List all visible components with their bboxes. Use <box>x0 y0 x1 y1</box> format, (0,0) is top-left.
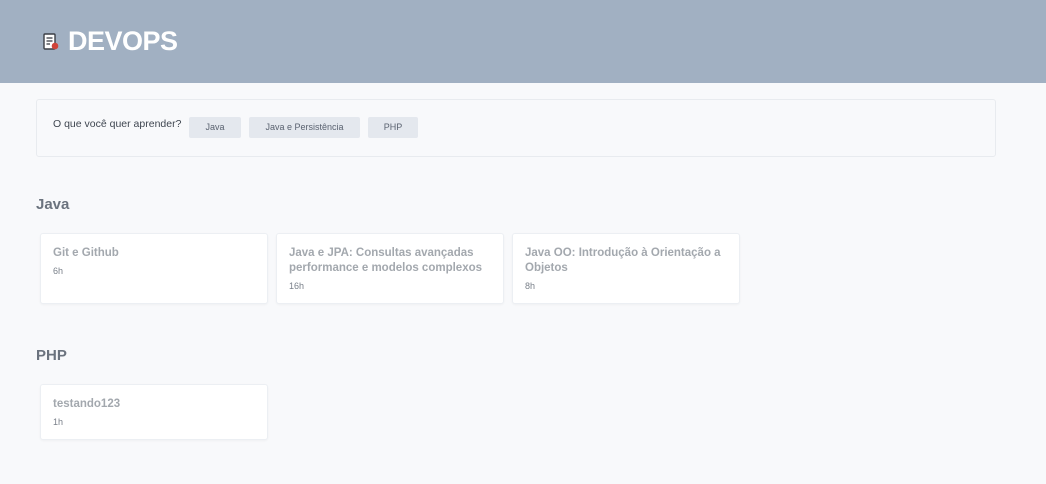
filter-label: O que você quer aprender? <box>53 118 182 130</box>
filter-chip-java-persistencia[interactable]: Java e Persistência <box>249 117 360 138</box>
course-title: testando123 <box>53 398 121 410</box>
course-duration: 16h <box>289 281 305 291</box>
course-title: Java e JPA: Consultas avançadas performa… <box>289 247 483 274</box>
section-title-java: Java <box>36 196 70 213</box>
section-title-php: PHP <box>36 347 67 364</box>
brand-title[interactable]: DEVOPS <box>68 26 178 57</box>
filter-panel: O que você quer aprender? Java Java e Pe… <box>36 99 996 157</box>
course-duration: 1h <box>53 417 64 427</box>
document-icon <box>42 33 60 51</box>
course-duration: 6h <box>53 266 64 276</box>
filter-chip-java[interactable]: Java <box>189 117 241 138</box>
course-card[interactable]: testando123 1h <box>40 384 268 440</box>
course-card[interactable]: Java e JPA: Consultas avançadas performa… <box>276 233 504 304</box>
course-card[interactable]: Java OO: Introdução à Orientação a Objet… <box>512 233 740 304</box>
filter-chip-php[interactable]: PHP <box>368 117 418 138</box>
course-title: Java OO: Introdução à Orientação a Objet… <box>525 247 721 274</box>
course-duration: 8h <box>525 281 536 291</box>
course-title: Git e Github <box>53 247 119 259</box>
course-card[interactable]: Git e Github 6h <box>40 233 268 304</box>
app-header: DEVOPS <box>0 0 1046 83</box>
